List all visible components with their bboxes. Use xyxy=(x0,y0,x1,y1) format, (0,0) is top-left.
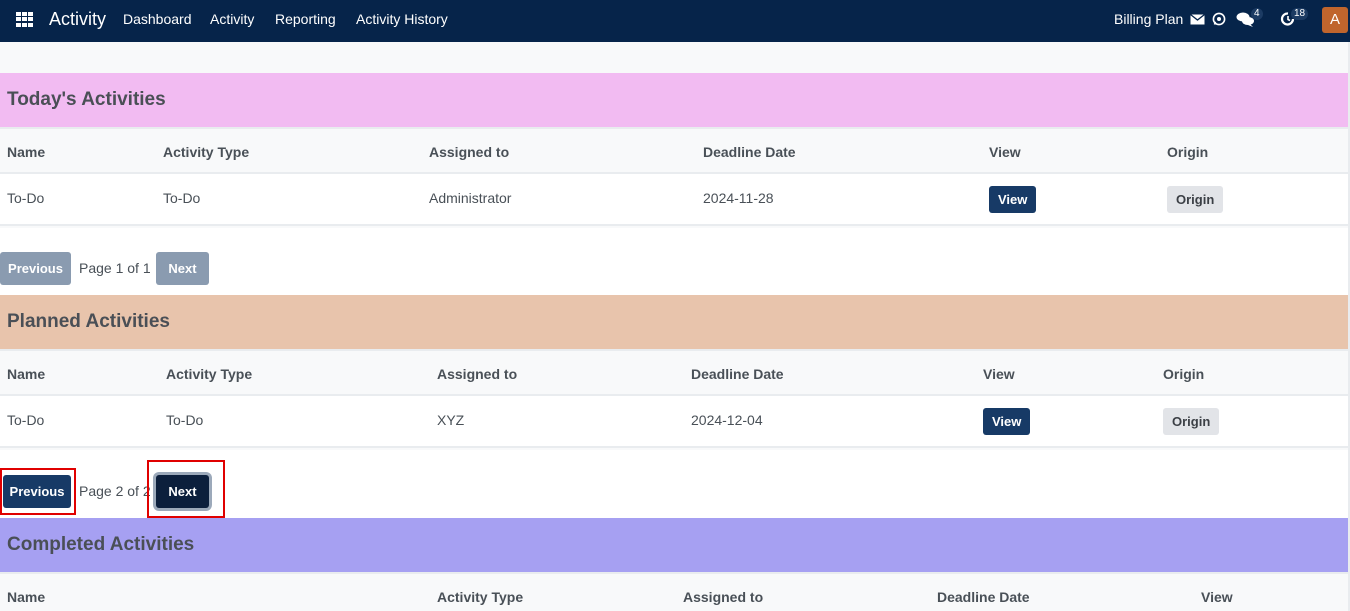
nav-reporting[interactable]: Reporting xyxy=(275,11,336,27)
top-navbar: Activity Dashboard Activity Reporting Ac… xyxy=(0,0,1350,42)
col-deadline-date: Deadline Date xyxy=(937,589,1030,605)
envelope-icon[interactable] xyxy=(1190,13,1205,26)
app-brand[interactable]: Activity xyxy=(49,9,106,30)
todays-table-header: Name Activity Type Assigned to Deadline … xyxy=(0,127,1348,174)
col-origin: Origin xyxy=(1167,144,1209,160)
cell-activity-type: To-Do xyxy=(163,190,201,206)
view-button[interactable]: View xyxy=(983,408,1031,435)
completed-table-header: Name Activity Type Assigned to Deadline … xyxy=(0,572,1348,611)
col-activity-type: Activity Type xyxy=(163,144,250,160)
cell-name: To-Do xyxy=(7,190,45,206)
planned-table-header: Name Activity Type Assigned to Deadline … xyxy=(0,349,1348,396)
activity-badge: 18 xyxy=(1291,8,1309,20)
col-name: Name xyxy=(7,144,46,160)
highlight-box-previous xyxy=(0,468,76,515)
origin-button[interactable]: Origin xyxy=(1167,186,1224,213)
cell-assigned-to: Administrator xyxy=(429,190,512,206)
cell-name: To-Do xyxy=(7,412,45,428)
origin-button[interactable]: Origin xyxy=(1163,408,1220,435)
col-name: Name xyxy=(7,589,46,605)
cell-activity-type: To-Do xyxy=(166,412,204,428)
col-assigned-to: Assigned to xyxy=(683,589,764,605)
highlight-box-next xyxy=(147,460,225,518)
col-deadline-date: Deadline Date xyxy=(703,144,796,160)
col-activity-type: Activity Type xyxy=(166,366,253,382)
completed-activities-header: Completed Activities xyxy=(0,518,1348,572)
col-deadline-date: Deadline Date xyxy=(691,366,784,382)
col-activity-type: Activity Type xyxy=(437,589,524,605)
nav-dashboard[interactable]: Dashboard xyxy=(123,11,192,27)
cell-assigned-to: XYZ xyxy=(437,412,465,428)
nav-activity-history[interactable]: Activity History xyxy=(356,11,448,27)
page-indicator: Page 1 of 1 xyxy=(79,260,151,276)
apps-grid-icon[interactable] xyxy=(16,12,33,27)
col-assigned-to: Assigned to xyxy=(429,144,510,160)
planned-activities-header: Planned Activities xyxy=(0,295,1348,349)
next-button[interactable]: Next xyxy=(156,252,209,285)
nav-activity[interactable]: Activity xyxy=(210,11,254,27)
whatsapp-icon[interactable] xyxy=(1212,12,1226,26)
previous-button[interactable]: Previous xyxy=(0,252,71,285)
cell-deadline-date: 2024-12-04 xyxy=(691,412,763,428)
col-view: View xyxy=(1201,589,1233,605)
table-row: To-Do To-Do XYZ 2024-12-04 View Origin xyxy=(0,396,1348,448)
billing-plan-link[interactable]: Billing Plan xyxy=(1114,11,1183,27)
table-row: To-Do To-Do Administrator 2024-11-28 Vie… xyxy=(0,174,1348,226)
col-name: Name xyxy=(7,366,46,382)
col-view: View xyxy=(989,144,1021,160)
col-view: View xyxy=(983,366,1015,382)
todays-pager: Previous Page 1 of 1 Next xyxy=(0,228,1348,295)
todays-activities-header: Today's Activities xyxy=(0,73,1348,127)
chat-badge: 4 xyxy=(1251,8,1263,20)
user-avatar[interactable]: A xyxy=(1322,7,1348,33)
view-button[interactable]: View xyxy=(989,186,1037,213)
cell-deadline-date: 2024-11-28 xyxy=(703,190,774,206)
col-assigned-to: Assigned to xyxy=(437,366,518,382)
page-indicator: Page 2 of 2 xyxy=(79,483,151,499)
col-origin: Origin xyxy=(1163,366,1205,382)
